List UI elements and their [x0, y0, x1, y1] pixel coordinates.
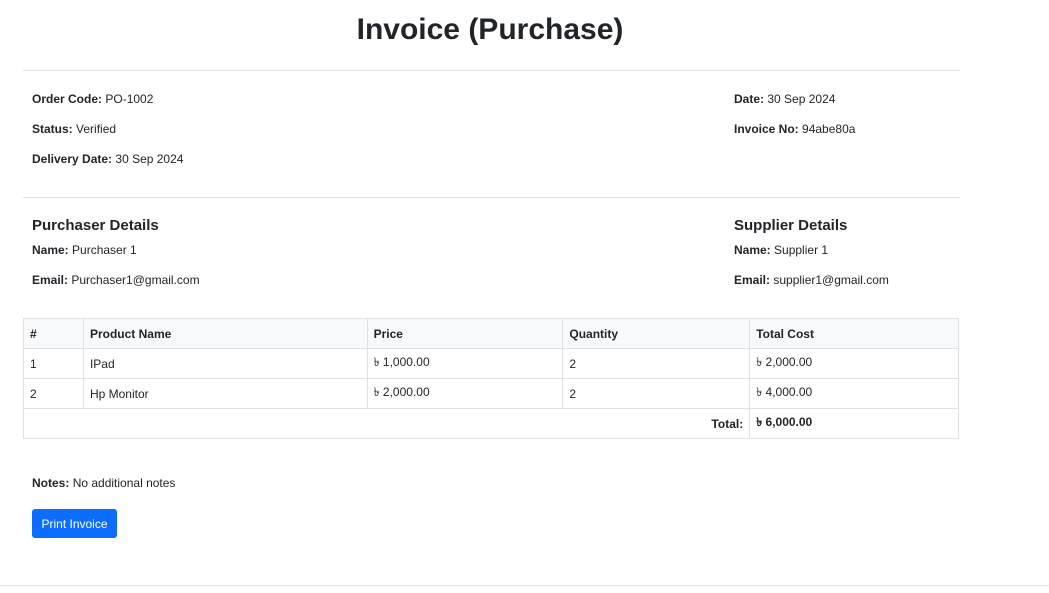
cell-price: ৳ 1,000.00 — [366, 348, 564, 379]
supplier-email-label: Email: — [734, 273, 771, 287]
divider-top — [23, 70, 960, 71]
cell-product: IPad — [82, 348, 368, 379]
supplier-name-value: Supplier 1 — [774, 243, 829, 257]
purchaser-email-field: Email: Purchaser1@gmail.com — [32, 272, 200, 288]
purchaser-name-value: Purchaser 1 — [72, 243, 137, 257]
date-field: Date: 30 Sep 2024 — [734, 91, 835, 107]
table-header-row: # Product Name Price Quantity Total Cost — [23, 318, 959, 349]
col-header-total-cost: Total Cost — [749, 318, 959, 349]
page-title: Invoice (Purchase) — [356, 13, 624, 46]
table-row: 1 IPad ৳ 1,000.00 2 ৳ 2,000.00 — [23, 348, 959, 379]
supplier-email-field: Email: supplier1@gmail.com — [734, 272, 889, 288]
col-header-index: # — [23, 318, 84, 349]
total-value: ৳ 6,000.00 — [749, 408, 959, 439]
purchaser-email-label: Email: — [32, 273, 69, 287]
purchaser-name-label: Name: — [32, 243, 69, 257]
delivery-date-value: 30 Sep 2024 — [115, 152, 184, 166]
status-value: Verified — [76, 122, 117, 136]
order-code-field: Order Code: PO-1002 — [32, 91, 153, 107]
order-code-label: Order Code: — [32, 92, 103, 106]
purchaser-name-field: Name: Purchaser 1 — [32, 242, 137, 258]
supplier-name-label: Name: — [734, 243, 771, 257]
notes-label: Notes: — [32, 476, 70, 490]
print-invoice-button[interactable]: Print Invoice — [32, 509, 117, 538]
cell-total-cost: ৳ 4,000.00 — [749, 378, 959, 409]
items-table: # Product Name Price Quantity Total Cost… — [22, 318, 959, 439]
cell-index: 1 — [23, 348, 84, 379]
notes-value: No additional notes — [72, 476, 176, 490]
col-header-quantity: Quantity — [562, 318, 751, 349]
order-code-value: PO-1002 — [105, 92, 154, 106]
col-header-price: Price — [366, 318, 564, 349]
date-value: 30 Sep 2024 — [767, 92, 836, 106]
cell-total-cost: ৳ 2,000.00 — [749, 348, 959, 379]
invoice-no-value: 94abe80a — [802, 122, 856, 136]
invoice-no-label: Invoice No: — [734, 122, 799, 136]
total-label: Total: — [22, 408, 751, 439]
table-total-row: Total: ৳ 6,000.00 — [22, 408, 959, 439]
divider-middle — [23, 197, 960, 198]
supplier-email-value: supplier1@gmail.com — [773, 273, 889, 287]
supplier-heading: Supplier Details — [734, 217, 848, 234]
notes-field: Notes: No additional notes — [32, 475, 175, 491]
cell-quantity: 2 — [562, 348, 751, 379]
cell-price: ৳ 2,000.00 — [366, 378, 564, 409]
status-field: Status: Verified — [32, 121, 116, 137]
purchaser-email-value: Purchaser1@gmail.com — [71, 273, 200, 287]
cell-quantity: 2 — [562, 378, 751, 409]
status-label: Status: — [32, 122, 73, 136]
purchaser-heading: Purchaser Details — [32, 217, 159, 234]
delivery-date-field: Delivery Date: 30 Sep 2024 — [32, 151, 183, 167]
divider-bottom — [0, 585, 1049, 586]
table-row: 2 Hp Monitor ৳ 2,000.00 2 ৳ 4,000.00 — [23, 378, 959, 409]
date-label: Date: — [734, 92, 765, 106]
cell-index: 2 — [23, 378, 84, 409]
col-header-product: Product Name — [82, 318, 368, 349]
invoice-no-field: Invoice No: 94abe80a — [734, 121, 855, 137]
cell-product: Hp Monitor — [82, 378, 368, 409]
delivery-date-label: Delivery Date: — [32, 152, 113, 166]
supplier-name-field: Name: Supplier 1 — [734, 242, 828, 258]
